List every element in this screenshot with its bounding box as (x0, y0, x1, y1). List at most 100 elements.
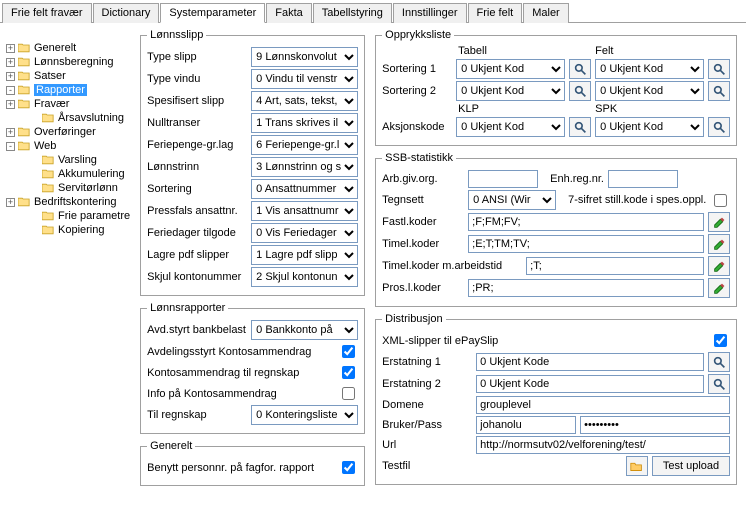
tree-item-fravær[interactable]: +Fravær (4, 97, 132, 111)
tab-dictionary[interactable]: Dictionary (93, 3, 160, 23)
pressfals-ansattnr--select[interactable]: 1 Vis ansattnumr (251, 201, 358, 221)
search-icon[interactable] (708, 117, 730, 137)
plus-icon[interactable]: + (6, 44, 15, 53)
arbgivorg-input[interactable] (468, 170, 538, 188)
enhregnr-input[interactable] (608, 170, 678, 188)
bruker-input[interactable] (476, 416, 576, 434)
chk-avd-kontosammendrag[interactable] (342, 345, 355, 358)
tab-frie-felt[interactable]: Frie felt (468, 3, 523, 23)
search-icon[interactable] (569, 59, 591, 79)
proslkoder-input[interactable] (468, 279, 704, 297)
tab-fakta[interactable]: Fakta (266, 3, 312, 23)
aksjon-klp[interactable]: 0 Ukjent Kod (456, 117, 565, 137)
folder-icon (18, 71, 30, 81)
tree-item-årsavslutning[interactable]: Årsavslutning (4, 111, 132, 125)
sort1-tabell[interactable]: 0 Ukjent Kod (456, 59, 565, 79)
sortering-select[interactable]: 0 Ansattnummer (251, 179, 358, 199)
folder-icon (42, 155, 54, 165)
lagre-pdf-slipper-select[interactable]: 1 Lagre pdf slipp (251, 245, 358, 265)
lonnslipp-legend: Lønnsslipp (147, 29, 206, 41)
sort1-felt[interactable]: 0 Ukjent Kod (595, 59, 704, 79)
chk-benytt-personnr[interactable] (342, 461, 355, 474)
tree-item-rapporter[interactable]: -Rapporter (4, 83, 132, 97)
folder-icon (42, 225, 54, 235)
plus-icon[interactable]: + (6, 198, 15, 207)
tab-frie-felt-fravær[interactable]: Frie felt fravær (2, 3, 92, 23)
erstatning1-input[interactable] (476, 353, 704, 371)
edit-icon[interactable] (708, 256, 730, 276)
avdstyrt-select[interactable]: 0 Bankkonto på (251, 320, 358, 340)
timelkoder-input[interactable] (468, 235, 704, 253)
generelt-group: Generelt Benytt personnr. på fagfor. rap… (140, 440, 365, 486)
tab-tabellstyring[interactable]: Tabellstyring (313, 3, 392, 23)
tab-maler[interactable]: Maler (523, 3, 569, 23)
plus-icon[interactable]: + (6, 72, 15, 81)
tab-systemparameter[interactable]: Systemparameter (160, 3, 265, 23)
tree-item-satser[interactable]: +Satser (4, 69, 132, 83)
tree-item-akkumulering[interactable]: Akkumulering (4, 167, 132, 181)
tab-bar: Frie felt fraværDictionarySystemparamete… (0, 0, 746, 23)
search-icon[interactable] (569, 81, 591, 101)
search-icon[interactable] (569, 117, 591, 137)
tree-item-generelt[interactable]: +Generelt (4, 41, 132, 55)
erstatning2-input[interactable] (476, 375, 704, 393)
folder-icon (42, 113, 54, 123)
timelkoder-arb-input[interactable] (526, 257, 704, 275)
tree-item-kopiering[interactable]: Kopiering (4, 223, 132, 237)
folder-icon (18, 197, 30, 207)
nulltranser-select[interactable]: 1 Trans skrives il (251, 113, 358, 133)
tree-item-overføringer[interactable]: +Overføringer (4, 125, 132, 139)
sort2-tabell[interactable]: 0 Ukjent Kod (456, 81, 565, 101)
aksjon-spk[interactable]: 0 Ukjent Kod (595, 117, 704, 137)
feriedager-tilgode-select[interactable]: 0 Vis Feriedager (251, 223, 358, 243)
folder-icon (18, 57, 30, 67)
sort2-felt[interactable]: 0 Ukjent Kod (595, 81, 704, 101)
type-vindu-select[interactable]: 0 Vindu til venstr (251, 69, 358, 89)
folder-open-icon[interactable] (626, 456, 648, 476)
edit-icon[interactable] (708, 278, 730, 298)
tree-item-servitørlønn[interactable]: Servitørlønn (4, 181, 132, 195)
domene-input[interactable] (476, 396, 730, 414)
spesifisert-slipp-select[interactable]: 4 Art, sats, tekst, (251, 91, 358, 111)
plus-icon[interactable]: + (6, 100, 15, 109)
skjul-kontonummer-select[interactable]: 2 Skjul kontonun (251, 267, 358, 287)
tab-innstillinger[interactable]: Innstillinger (393, 3, 467, 23)
folder-icon (42, 183, 54, 193)
tree-item-web[interactable]: -Web (4, 139, 132, 153)
feriepenge-gr-lag-select[interactable]: 6 Feriepenge-gr.l (251, 135, 358, 155)
tree-item-lønnsberegning[interactable]: +Lønnsberegning (4, 55, 132, 69)
tegnsett-select[interactable]: 0 ANSI (Wir (468, 190, 556, 210)
chk-xml-epayslip[interactable] (714, 334, 727, 347)
folder-icon (18, 99, 30, 109)
plus-icon[interactable]: + (6, 128, 15, 137)
test-upload-button[interactable]: Test upload (652, 456, 730, 476)
l-nnstrinn-select[interactable]: 3 Lønnstrinn og s (251, 157, 358, 177)
plus-icon[interactable]: + (6, 58, 15, 67)
tree-item-bedriftskontering[interactable]: +Bedriftskontering (4, 195, 132, 209)
chk-7sifret[interactable] (714, 194, 727, 207)
type-slipp-select[interactable]: 9 Lønnskonvolut (251, 47, 358, 67)
folder-icon (42, 169, 54, 179)
tree-item-varsling[interactable]: Varsling (4, 153, 132, 167)
opprykksliste-group: Opprykksliste TabellFelt Sortering 1 0 U… (375, 29, 737, 146)
folder-icon (18, 43, 30, 53)
edit-icon[interactable] (708, 234, 730, 254)
pass-input[interactable] (580, 416, 730, 434)
minus-icon[interactable]: - (6, 142, 15, 151)
fastlkoder-input[interactable] (468, 213, 704, 231)
search-icon[interactable] (708, 81, 730, 101)
folder-icon (18, 141, 30, 151)
navigation-tree: +Generelt+Lønnsberegning+Satser-Rapporte… (0, 23, 136, 514)
folder-icon (18, 127, 30, 137)
search-icon[interactable] (708, 59, 730, 79)
edit-icon[interactable] (708, 212, 730, 232)
url-input[interactable] (476, 436, 730, 454)
lonnslipp-group: Lønnsslipp Type slipp9 LønnskonvolutType… (140, 29, 365, 296)
search-icon[interactable] (708, 374, 730, 394)
chk-info-kontosammendrag[interactable] (342, 387, 355, 400)
tilregnskap-select[interactable]: 0 Konteringsliste (251, 405, 358, 425)
chk-kontosammendrag-regnskap[interactable] (342, 366, 355, 379)
minus-icon[interactable]: - (6, 86, 15, 95)
search-icon[interactable] (708, 352, 730, 372)
tree-item-frie parametre[interactable]: Frie parametre (4, 209, 132, 223)
